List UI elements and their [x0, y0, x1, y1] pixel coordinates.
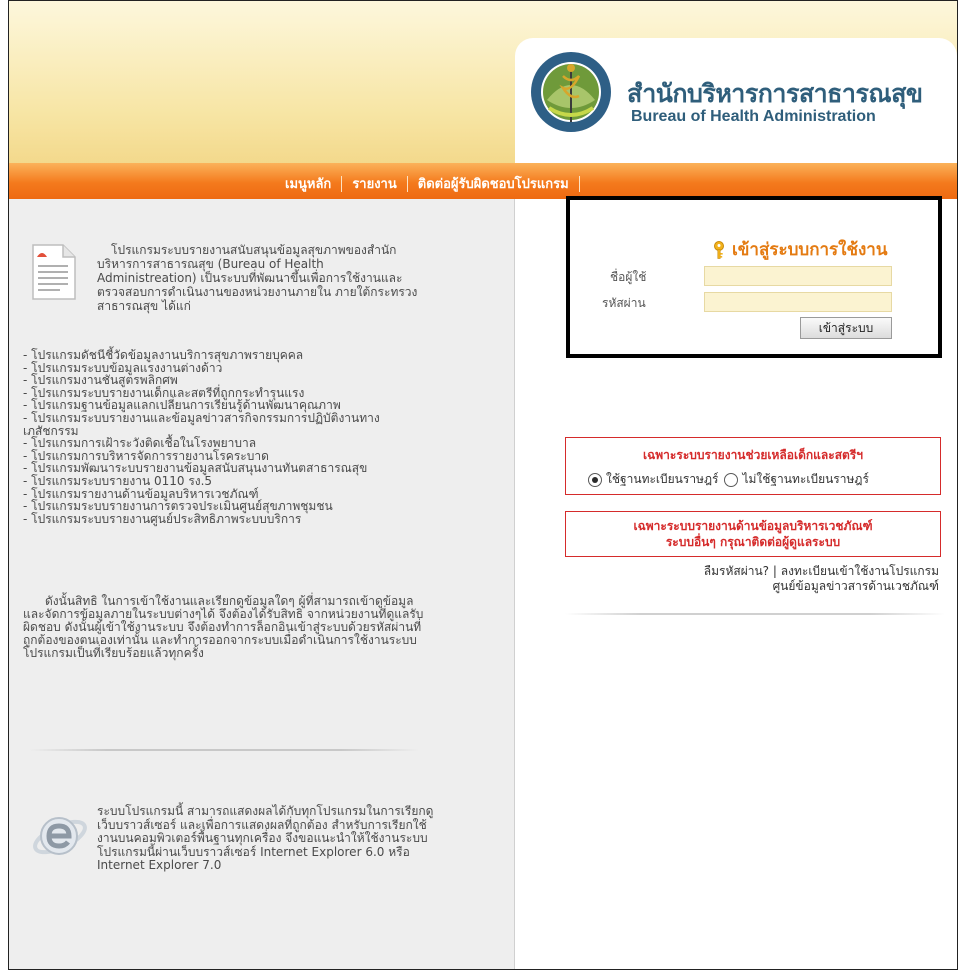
login-button[interactable]: เข้าสู่ระบบ	[800, 317, 892, 339]
list-item: - โปรแกรมดัชนีชี้วัดข้อมูลงานบริการสุขภา…	[23, 348, 304, 362]
intro-paragraph: โปรแกรมระบบรายงานสนับสนุนข้อมูลสุขภาพของ…	[97, 243, 418, 313]
medical-info-center-link[interactable]: ศูนย์ข้อมูลข่าวสารด้านเวชภัณฑ์	[773, 579, 939, 593]
list-item: - โปรแกรมระบบรายงานและข้อมูลข่าวสารกิจกร…	[23, 410, 380, 438]
password-input[interactable]	[704, 292, 892, 312]
list-item: - โปรแกรมงานชันสูตรพลิกศพ	[23, 373, 178, 388]
username-input[interactable]	[704, 266, 892, 286]
registry-option-group: ใช้ฐานทะเบียนราษฎร์ ไม่ใช้ฐานทะเบียนราษฎ…	[588, 470, 875, 489]
nav-main-menu[interactable]: เมนูหลัก	[285, 173, 331, 194]
program-list: - โปรแกรมดัชนีชี้วัดข้อมูลงานบริการสุขภา…	[23, 349, 433, 525]
access-rights-paragraph: ดังนั้นสิทธิ ในการเข้าใช้งานและเรียกดูข้…	[23, 594, 424, 660]
medical-supply-notice: เฉพาะระบบรายงานด้านข้อมูลบริหารเวชภัณฑ์ …	[566, 518, 940, 550]
no-registry-label[interactable]: ไม่ใช้ฐานทะเบียนราษฎร์	[742, 470, 868, 489]
list-item: - โปรแกรมการเฝ้าระวังติดเชื้อในโรงพยาบาล	[23, 436, 257, 451]
login-heading: เข้าสู่ระบบการใช้งาน	[712, 236, 887, 263]
nav-separator	[578, 175, 580, 192]
divider	[565, 613, 945, 615]
medical-supply-notice-line1: เฉพาะระบบรายงานด้านข้อมูลบริหารเวชภัณฑ์	[633, 519, 873, 533]
child-women-report-panel: เฉพาะระบบรายงานช่วยเหลือเด็กและสตรีฯ ใช้…	[565, 437, 941, 495]
nav-reports[interactable]: รายงาน	[352, 173, 396, 194]
use-registry-label[interactable]: ใช้ฐานทะเบียนราษฎร์	[606, 470, 718, 489]
browser-recommendation: ระบบโปรแกรมนี้ สามารถแสดงผลได้กับทุกโปรแ…	[97, 804, 434, 872]
login-heading-text: เข้าสู่ระบบการใช้งาน	[732, 240, 888, 260]
account-links: ลืมรหัสผ่าน? | ลงทะเบียนเข้าใช้งานโปรแกร…	[609, 564, 939, 594]
page-frame: สำนักบริหารการสาธารณสุข Bureau of Health…	[8, 0, 958, 970]
child-report-title: เฉพาะระบบรายงานช่วยเหลือเด็กและสตรีฯ	[643, 448, 863, 462]
info-column: โปรแกรมระบบรายงานสนับสนุนข้อมูลสุขภาพของ…	[9, 199, 515, 969]
internet-explorer-icon	[33, 817, 87, 855]
document-icon	[32, 244, 76, 300]
no-registry-radio[interactable]	[724, 472, 739, 487]
forgot-password-link[interactable]: ลืมรหัสผ่าน?	[704, 564, 769, 578]
nav-separator	[406, 175, 408, 192]
register-link[interactable]: ลงทะเบียนเข้าใช้งานโปรแกรม	[781, 564, 939, 578]
nav-separator	[341, 175, 343, 192]
header: สำนักบริหารการสาธารณสุข Bureau of Health…	[9, 1, 957, 163]
divider	[29, 749, 419, 751]
ministry-seal-logo	[531, 52, 611, 132]
login-panel: เข้าสู่ระบบการใช้งาน ชื่อผู้ใช้ รหัสผ่าน…	[566, 196, 942, 358]
medical-supply-notice-line2: ระบบอื่นๆ กรุณาติดต่อผู้ดูแลระบบ	[665, 535, 841, 549]
main-nav-bar: เมนูหลัก รายงาน ติดต่อผู้รับผิดชอบโปรแกร…	[9, 163, 957, 199]
username-label: ชื่อผู้ใช้	[610, 270, 647, 284]
bureau-title-english: Bureau of Health Administration	[631, 108, 876, 125]
logo-panel: สำนักบริหารการสาธารณสุข Bureau of Health…	[515, 38, 957, 163]
use-registry-radio[interactable]	[588, 472, 602, 487]
key-icon	[714, 240, 724, 259]
link-separator: |	[772, 564, 777, 578]
password-label: รหัสผ่าน	[602, 296, 646, 310]
list-item: - โปรแกรมระบบรายงาน 0110 รง.5	[23, 473, 213, 488]
nav-items: เมนูหลัก รายงาน ติดต่อผู้รับผิดชอบโปรแกร…	[285, 173, 590, 194]
list-item: - โปรแกรมระบบรายงานศูนย์ประสิทธิภาพระบบบ…	[23, 511, 302, 526]
list-item: - โปรแกรมระบบรายงานการตรวจประเมินศูนย์สุ…	[23, 499, 333, 514]
medical-supply-report-panel: เฉพาะระบบรายงานด้านข้อมูลบริหารเวชภัณฑ์ …	[565, 511, 941, 557]
nav-contact-program-owner[interactable]: ติดต่อผู้รับผิดชอบโปรแกรม	[418, 173, 569, 194]
